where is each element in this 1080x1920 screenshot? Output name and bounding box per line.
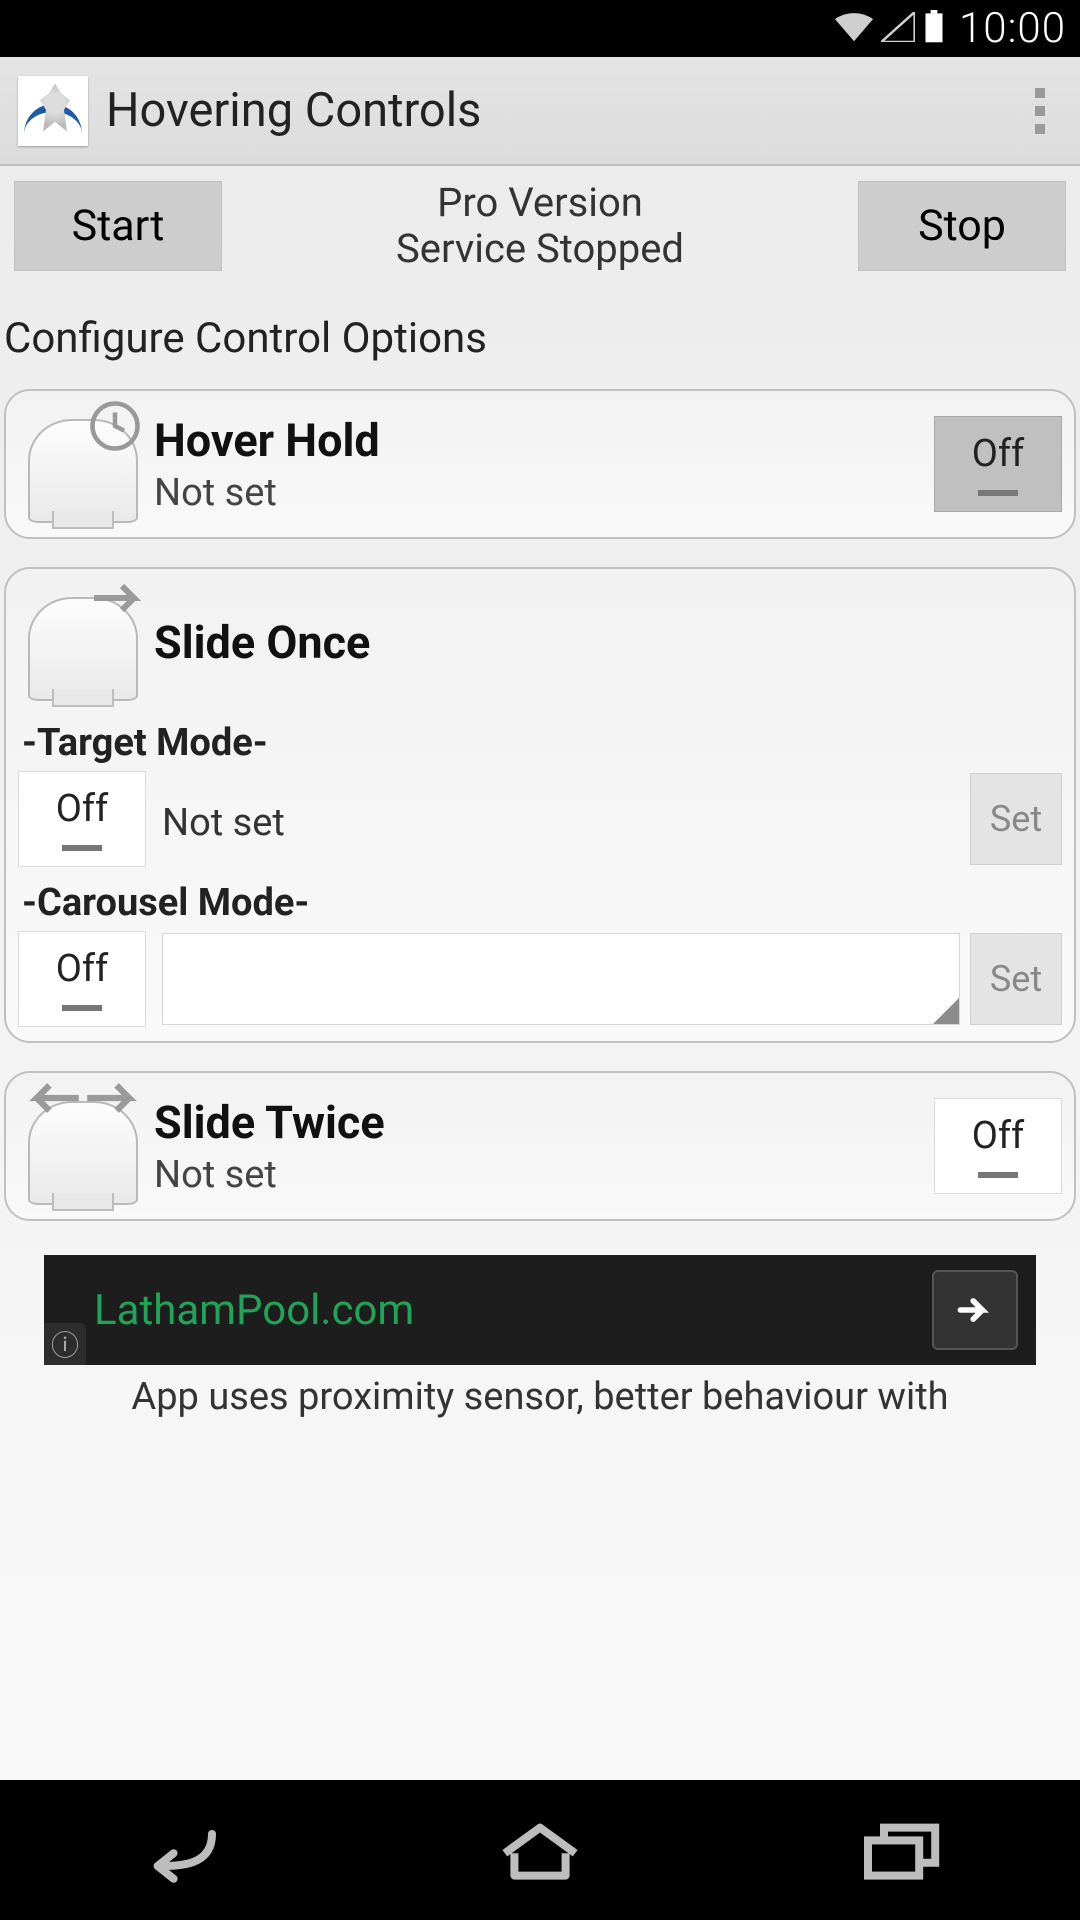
service-status: Pro Version Service Stopped [222,180,858,272]
back-button[interactable] [132,1814,228,1886]
carousel-mode-set-button[interactable]: Set [970,933,1062,1025]
status-time: 10:00 [959,4,1066,53]
wifi-icon [835,12,873,46]
overflow-menu-icon[interactable] [1018,88,1062,134]
hover-hold-title: Hover Hold [154,414,928,467]
footer-note: App uses proximity sensor, better behavi… [0,1365,1080,1419]
ad-banner[interactable]: ⓘ LathamPool.com [44,1255,1036,1365]
hover-hold-icon [18,399,148,529]
app-title: Hovering Controls [106,83,1018,138]
target-mode-label: -Target Mode- [22,721,1062,765]
target-mode-toggle[interactable]: Off [18,771,146,867]
ad-arrow-icon[interactable] [932,1270,1018,1350]
recent-apps-button[interactable] [852,1814,948,1886]
stop-button[interactable]: Stop [858,181,1066,271]
signal-icon [881,12,915,46]
slide-once-title: Slide Once [154,616,1062,669]
version-line: Pro Version [222,180,858,226]
status-bar: 10:00 [0,0,1080,57]
slide-twice-toggle[interactable]: Off [934,1098,1062,1194]
battery-icon [923,10,945,48]
target-mode-set-button[interactable]: Set [970,773,1062,865]
start-button[interactable]: Start [14,181,222,271]
hover-hold-card[interactable]: Hover Hold Not set Off [4,389,1076,539]
slide-twice-title: Slide Twice [154,1096,928,1149]
carousel-mode-label: -Carousel Mode- [22,881,1062,925]
slide-twice-subtitle: Not set [154,1153,928,1197]
slide-once-icon [18,577,148,707]
ad-info-icon[interactable]: ⓘ [44,1323,86,1365]
ad-text: LathamPool.com [94,1286,414,1335]
carousel-mode-toggle[interactable]: Off [18,931,146,1027]
app-icon [18,76,88,146]
service-controls: Start Pro Version Service Stopped Stop [0,180,1080,272]
hover-hold-toggle[interactable]: Off [934,416,1062,512]
slide-twice-icon [18,1081,148,1211]
section-heading: Configure Control Options [0,272,1080,375]
carousel-mode-spinner[interactable] [162,933,960,1025]
slide-twice-card[interactable]: Slide Twice Not set Off [4,1071,1076,1221]
service-line: Service Stopped [222,226,858,272]
main-content: Start Pro Version Service Stopped Stop C… [0,166,1080,1780]
navigation-bar [0,1780,1080,1920]
slide-once-card[interactable]: Slide Once -Target Mode- Off Not set Set… [4,567,1076,1043]
home-button[interactable] [492,1814,588,1886]
target-mode-value: Not set [156,793,960,845]
hover-hold-subtitle: Not set [154,471,928,515]
action-bar: Hovering Controls [0,57,1080,166]
